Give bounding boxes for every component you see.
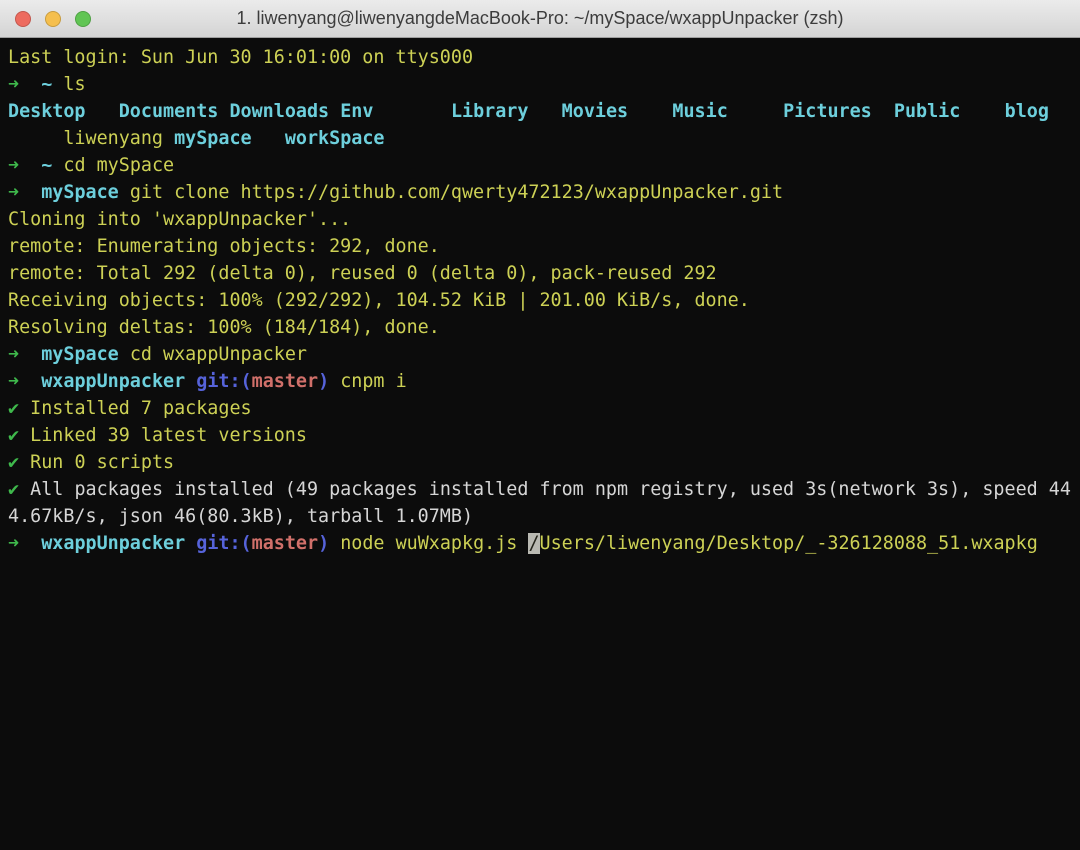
terminal-line: ✔ Installed 7 packages [8, 395, 1074, 422]
terminal-text-segment: Users/liwenyang/Desktop/_-326128088_51.w… [540, 533, 1038, 554]
terminal-window: 1. liwenyang@liwenyangdeMacBook-Pro: ~/m… [0, 0, 1080, 850]
terminal-text-segment: remote: Enumerating objects: 292, done. [8, 236, 440, 257]
terminal-text-segment [19, 155, 41, 176]
terminal-text-segment: Library [451, 101, 529, 122]
terminal-text-segment: wxappUnpacker [41, 533, 185, 554]
terminal-text-segment [185, 533, 196, 554]
terminal-text-segment [19, 344, 41, 365]
terminal-text-segment: Documents [119, 101, 219, 122]
window-titlebar: 1. liwenyang@liwenyangdeMacBook-Pro: ~/m… [0, 0, 1080, 38]
terminal-text-segment [329, 101, 340, 122]
terminal-text-segment: mySpace [41, 344, 119, 365]
terminal-text-segment: Cloning into 'wxappUnpacker'... [8, 209, 351, 230]
traffic-lights [15, 0, 91, 38]
terminal-text-segment [19, 371, 41, 392]
terminal-text-segment: mySpace [174, 128, 252, 149]
terminal-text-segment: node wuWxapkg.js [329, 533, 528, 554]
terminal-text-segment: ~ [41, 74, 52, 95]
terminal-text-segment: Linked 39 latest versions [19, 425, 307, 446]
terminal-text-segment: Downloads [229, 101, 329, 122]
terminal-text-segment: ✔ [8, 479, 19, 500]
terminal-line: Last login: Sun Jun 30 16:01:00 on ttys0… [8, 44, 1074, 71]
terminal-line: Cloning into 'wxappUnpacker'... [8, 206, 1074, 233]
terminal-cursor: / [528, 533, 539, 554]
terminal-text-segment: remote: Total 292 (delta 0), reused 0 (d… [8, 263, 717, 284]
terminal-text-segment: ls [52, 74, 85, 95]
terminal-text-segment: Run 0 scripts [19, 452, 174, 473]
terminal-text-segment: workSpace [285, 128, 385, 149]
terminal-text-segment: Last login: Sun Jun 30 16:01:00 on ttys0… [8, 47, 473, 68]
terminal-text-segment: Env [340, 101, 373, 122]
terminal-text-segment: wxappUnpacker [41, 371, 185, 392]
terminal-text-segment [19, 182, 41, 203]
terminal-text-segment: ➜ [8, 182, 19, 203]
minimize-button[interactable] [45, 11, 61, 27]
terminal-text-segment: ) [318, 533, 329, 554]
terminal-line: Desktop Documents Downloads Env Library … [8, 98, 1074, 125]
close-button[interactable] [15, 11, 31, 27]
terminal-text-segment: ➜ [8, 74, 19, 95]
terminal-text-segment [528, 101, 561, 122]
terminal-line: 4.67kB/s, json 46(80.3kB), tarball 1.07M… [8, 503, 1074, 530]
terminal-line: ✔ Run 0 scripts [8, 449, 1074, 476]
terminal-text-segment: Receiving objects: 100% (292/292), 104.5… [8, 290, 750, 311]
terminal-text-segment: cd mySpace [52, 155, 174, 176]
terminal-line: liwenyang mySpace workSpace [8, 125, 1074, 152]
terminal-text-segment: blog [1005, 101, 1049, 122]
terminal-text-segment [872, 101, 894, 122]
terminal-text-segment: master [252, 371, 318, 392]
terminal-text-segment: ➜ [8, 533, 19, 554]
terminal-text-segment: git clone https://github.com/qwerty47212… [119, 182, 783, 203]
terminal-text-segment: ✔ [8, 425, 19, 446]
terminal-text-segment: Desktop [8, 101, 86, 122]
terminal-line: ✔ All packages installed (49 packages in… [8, 476, 1074, 503]
terminal-text-segment [960, 101, 1004, 122]
terminal-line: remote: Enumerating objects: 292, done. [8, 233, 1074, 260]
terminal-text-segment: git:( [196, 533, 251, 554]
terminal-text-segment: Public [894, 101, 960, 122]
terminal-text-segment: mySpace [41, 182, 119, 203]
terminal-text-segment [373, 101, 451, 122]
terminal-text-segment [218, 101, 229, 122]
terminal-text-segment [728, 101, 783, 122]
terminal-text-segment [628, 101, 672, 122]
terminal-text-segment [185, 371, 196, 392]
terminal-text-segment [19, 533, 41, 554]
terminal-text-segment [252, 128, 285, 149]
terminal-line: ➜ mySpace cd wxappUnpacker [8, 341, 1074, 368]
terminal-line: remote: Total 292 (delta 0), reused 0 (d… [8, 260, 1074, 287]
terminal-line: ➜ mySpace git clone https://github.com/q… [8, 179, 1074, 206]
terminal-screen[interactable]: Last login: Sun Jun 30 16:01:00 on ttys0… [0, 38, 1080, 850]
terminal-line: ➜ wxappUnpacker git:(master) node wuWxap… [8, 530, 1074, 557]
terminal-text-segment: Movies [562, 101, 628, 122]
terminal-line: ➜ ~ cd mySpace [8, 152, 1074, 179]
terminal-text-segment: liwenyang [8, 128, 174, 149]
terminal-text-segment: master [252, 533, 318, 554]
terminal-text-segment: ➜ [8, 155, 19, 176]
terminal-text-segment: ➜ [8, 371, 19, 392]
terminal-text-segment: Installed 7 packages [19, 398, 252, 419]
terminal-text-segment: Resolving deltas: 100% (184/184), done. [8, 317, 440, 338]
terminal-text-segment [86, 101, 119, 122]
terminal-text-segment: 4.67kB/s, json 46(80.3kB), tarball 1.07M… [8, 506, 473, 527]
terminal-line: ➜ wxappUnpacker git:(master) cnpm i [8, 368, 1074, 395]
terminal-text-segment: cd wxappUnpacker [119, 344, 307, 365]
terminal-line: Resolving deltas: 100% (184/184), done. [8, 314, 1074, 341]
terminal-text-segment: ➜ [8, 344, 19, 365]
terminal-text-segment: ~ [41, 155, 52, 176]
terminal-text-segment: ✔ [8, 398, 19, 419]
terminal-text-segment: git:( [196, 371, 251, 392]
terminal-text-segment: ) [318, 371, 329, 392]
terminal-text-segment: Music [672, 101, 727, 122]
terminal-text-segment: All packages installed (49 packages inst… [19, 479, 1071, 500]
zoom-button[interactable] [75, 11, 91, 27]
terminal-line: ✔ Linked 39 latest versions [8, 422, 1074, 449]
terminal-text-segment: Pictures [783, 101, 872, 122]
terminal-line: ➜ ~ ls [8, 71, 1074, 98]
terminal-text-segment [19, 74, 41, 95]
terminal-text-segment: cnpm i [329, 371, 407, 392]
terminal-text-segment: ✔ [8, 452, 19, 473]
window-title: 1. liwenyang@liwenyangdeMacBook-Pro: ~/m… [236, 8, 843, 29]
terminal-line: Receiving objects: 100% (292/292), 104.5… [8, 287, 1074, 314]
